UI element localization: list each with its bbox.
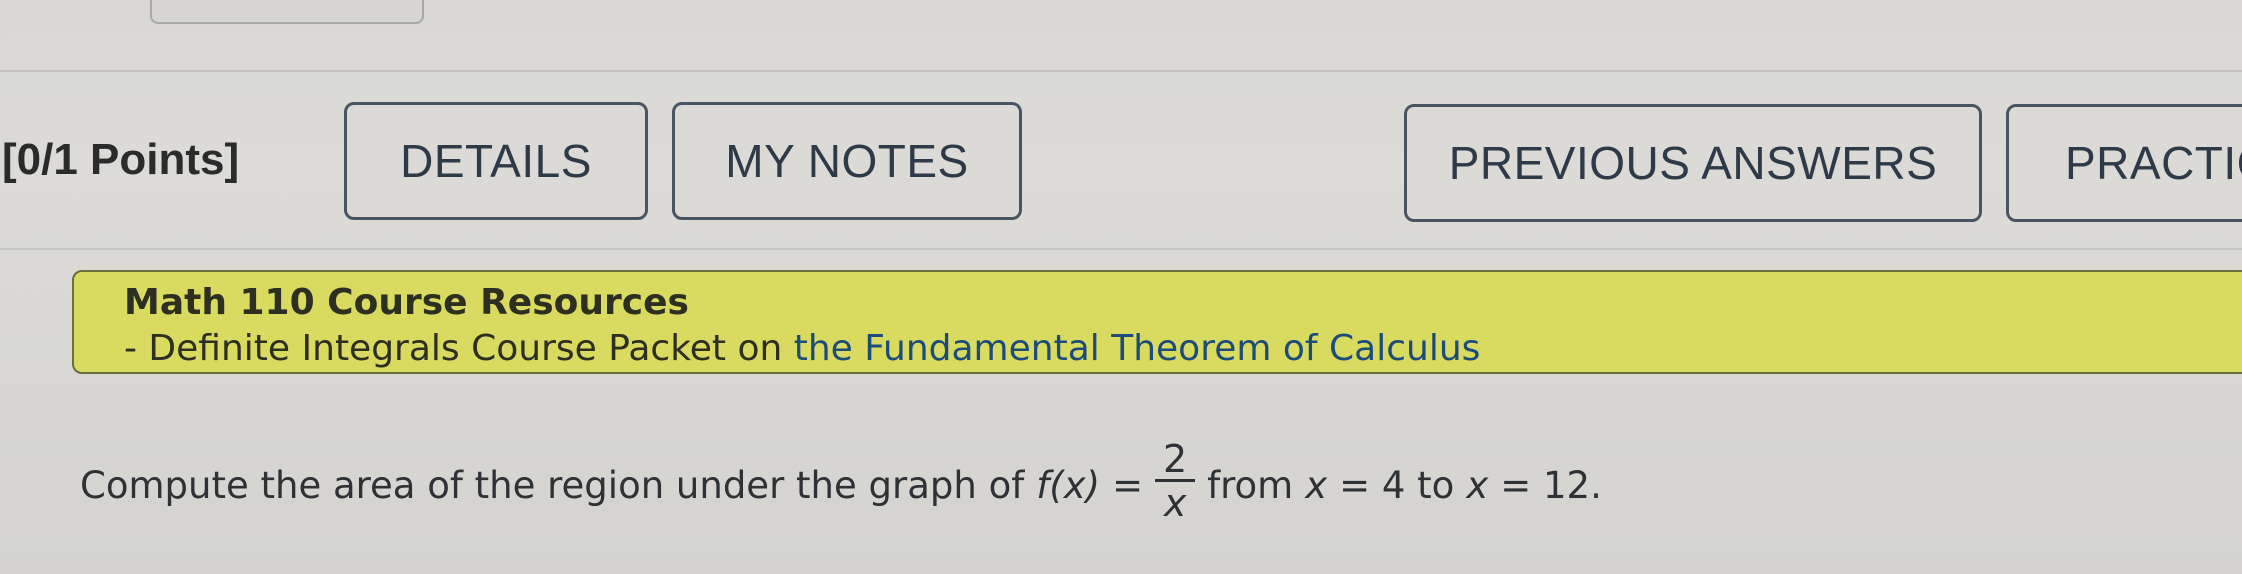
course-resources-title: Math 110 Course Resources [124,282,689,323]
upper-bound: = 12. [1500,463,1602,507]
from-word: from [1207,463,1294,507]
course-packet-prefix: - Definite Integrals Course Packet on [124,328,794,369]
question-text: Compute the area of the region under the… [80,436,1602,530]
fraction-numerator: 2 [1162,436,1188,481]
lower-bound: = 4 to [1339,463,1455,507]
course-resources-banner: Math 110 Course Resources - Definite Int… [72,270,2242,374]
top-partial-box [150,0,424,24]
practice-button[interactable]: PRACTIC [2006,104,2242,222]
fundamental-theorem-link[interactable]: the Fundamental Theorem of Calculus [794,328,1481,369]
my-notes-button[interactable]: MY NOTES [672,102,1022,220]
details-button[interactable]: DETAILS [344,102,648,220]
fraction: 2 x [1155,436,1196,525]
question-intro: Compute the area of the region under the… [80,463,1025,507]
upper-variable: x [1466,463,1489,507]
fraction-denominator: x [1163,480,1187,525]
course-packet-line: - Definite Integrals Course Packet on th… [124,326,2242,372]
function-name: f(x) [1036,463,1101,507]
points-label: [0/1 Points] [2,135,240,184]
lower-variable: x [1305,463,1328,507]
previous-answers-button[interactable]: PREVIOUS ANSWERS [1404,104,1982,222]
top-divider [0,70,2242,72]
toolbar-divider [0,248,2242,250]
equals-sign: = [1112,463,1144,507]
